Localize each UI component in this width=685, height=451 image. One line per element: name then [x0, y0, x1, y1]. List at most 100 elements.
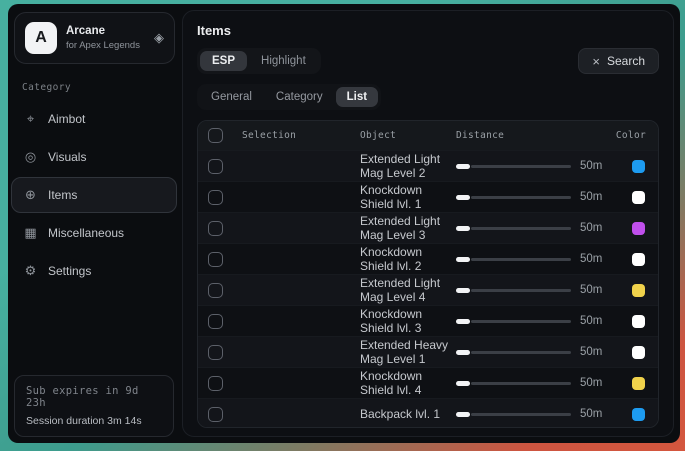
color-swatch[interactable] — [632, 222, 645, 235]
row-checkbox[interactable] — [208, 376, 223, 391]
color-swatch[interactable] — [632, 346, 645, 359]
search-button[interactable]: × Search — [578, 48, 659, 74]
slider-track — [471, 351, 571, 354]
slider-thumb[interactable] — [456, 412, 470, 417]
distance-slider[interactable] — [456, 226, 571, 231]
search-button-label: Search — [607, 54, 645, 68]
row-checkbox[interactable] — [208, 221, 223, 236]
object-name: Knockdown Shield lvl. 1 — [360, 183, 456, 211]
object-name: Backpack lvl. 1 — [360, 407, 456, 421]
object-name: Extended Light Mag Level 4 — [360, 276, 456, 304]
app-window: A Arcane for Apex Legends ◈ Category ⌖ A… — [8, 4, 680, 443]
session-duration-text: Session duration 3m 14s — [26, 415, 162, 427]
distance-slider[interactable] — [456, 381, 571, 386]
sidebar-item-miscellaneous[interactable]: ▦ Miscellaneous — [11, 215, 177, 251]
column-header-color: Color — [608, 130, 648, 141]
row-checkbox[interactable] — [208, 190, 223, 205]
distance-value: 50m — [580, 284, 608, 296]
table-header: Selection Object Distance Color — [198, 121, 658, 150]
items-panel: Items ESP Highlight × Search General Cat… — [182, 10, 674, 437]
sidebar-item-label: Items — [48, 188, 77, 202]
slider-thumb[interactable] — [456, 319, 470, 324]
sidebar-item-items[interactable]: ⊕ Items — [11, 177, 177, 213]
object-name: Knockdown Shield lvl. 4 — [360, 369, 456, 397]
distance-value: 50m — [580, 191, 608, 203]
slider-thumb[interactable] — [456, 195, 470, 200]
app-logo: A — [25, 22, 57, 54]
page-title: Items — [197, 23, 659, 38]
subscription-status-card: Sub expires in 9d 23h Session duration 3… — [14, 375, 174, 437]
slider-track — [471, 165, 571, 168]
table-row: Extended Light Mag Level 2 50m — [198, 150, 658, 181]
table-row: Knockdown Shield lvl. 2 50m — [198, 243, 658, 274]
slider-thumb[interactable] — [456, 226, 470, 231]
row-checkbox[interactable] — [208, 252, 223, 267]
table-row: Backpack lvl. 1 50m — [198, 398, 658, 428]
row-checkbox[interactable] — [208, 159, 223, 174]
category-section-label: Category — [22, 82, 166, 93]
sidebar-item-label: Settings — [48, 264, 91, 278]
tab-category[interactable]: Category — [265, 87, 334, 107]
select-all-checkbox[interactable] — [208, 128, 223, 143]
color-swatch[interactable] — [632, 408, 645, 421]
view-tabs: General Category List — [197, 84, 381, 110]
row-checkbox[interactable] — [208, 345, 223, 360]
object-name: Extended Heavy Mag Level 1 — [360, 338, 456, 366]
row-checkbox[interactable] — [208, 314, 223, 329]
sidebar-item-visuals[interactable]: ◎ Visuals — [11, 139, 177, 175]
distance-slider[interactable] — [456, 257, 571, 262]
color-swatch[interactable] — [632, 315, 645, 328]
table-row: Knockdown Shield lvl. 1 50m — [198, 181, 658, 212]
crosshair-icon: ⌖ — [23, 111, 38, 127]
color-swatch[interactable] — [632, 191, 645, 204]
table-row: Extended Heavy Mag Level 1 50m — [198, 336, 658, 367]
column-header-object: Object — [360, 130, 456, 141]
tab-list[interactable]: List — [336, 87, 378, 107]
distance-slider[interactable] — [456, 350, 571, 355]
distance-value: 50m — [580, 377, 608, 389]
object-name: Knockdown Shield lvl. 2 — [360, 245, 456, 273]
table-row: Knockdown Shield lvl. 4 50m — [198, 367, 658, 398]
color-swatch[interactable] — [632, 160, 645, 173]
emblem-icon[interactable]: ◈ — [154, 30, 164, 46]
grid-icon: ▦ — [23, 225, 38, 241]
tab-general[interactable]: General — [200, 87, 263, 107]
row-checkbox[interactable] — [208, 283, 223, 298]
slider-thumb[interactable] — [456, 381, 470, 386]
sidebar-item-settings[interactable]: ⚙ Settings — [11, 253, 177, 289]
main-content: Items ESP Highlight × Search General Cat… — [180, 4, 680, 443]
app-logo-card: A Arcane for Apex Legends ◈ — [14, 12, 175, 64]
color-swatch[interactable] — [632, 377, 645, 390]
sidebar-item-label: Visuals — [48, 150, 86, 164]
slider-thumb[interactable] — [456, 350, 470, 355]
distance-slider[interactable] — [456, 319, 571, 324]
sidebar-item-aimbot[interactable]: ⌖ Aimbot — [11, 101, 177, 137]
slider-track — [471, 382, 571, 385]
distance-slider[interactable] — [456, 195, 571, 200]
distance-value: 50m — [580, 253, 608, 265]
distance-value: 50m — [580, 315, 608, 327]
sidebar-item-label: Aimbot — [48, 112, 85, 126]
row-checkbox[interactable] — [208, 407, 223, 422]
slider-track — [471, 258, 571, 261]
app-subtitle: for Apex Legends — [66, 40, 140, 51]
distance-slider[interactable] — [456, 164, 571, 169]
slider-thumb[interactable] — [456, 257, 470, 262]
color-swatch[interactable] — [632, 253, 645, 266]
tab-highlight[interactable]: Highlight — [249, 51, 318, 71]
distance-slider[interactable] — [456, 288, 571, 293]
slider-thumb[interactable] — [456, 164, 470, 169]
tab-esp[interactable]: ESP — [200, 51, 247, 71]
table-row: Extended Light Mag Level 3 50m — [198, 212, 658, 243]
column-header-distance: Distance — [456, 130, 608, 141]
table-body: Extended Light Mag Level 2 50m Knockdown… — [198, 150, 658, 428]
sidebar: A Arcane for Apex Legends ◈ Category ⌖ A… — [8, 4, 180, 443]
slider-track — [471, 289, 571, 292]
table-row: Extended Light Mag Level 4 50m — [198, 274, 658, 305]
object-name: Extended Light Mag Level 2 — [360, 152, 456, 180]
item-box-icon: ⊕ — [23, 187, 38, 203]
slider-track — [471, 413, 571, 416]
color-swatch[interactable] — [632, 284, 645, 297]
distance-slider[interactable] — [456, 412, 571, 417]
slider-thumb[interactable] — [456, 288, 470, 293]
